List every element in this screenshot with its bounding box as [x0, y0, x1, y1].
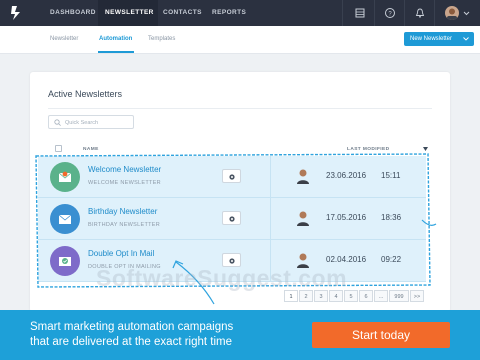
newsletter-subtitle: BIRTHDAY NEWSLETTER: [88, 222, 161, 228]
last-modified-date: 23.06.2016: [326, 171, 367, 180]
search-icon: [54, 119, 61, 126]
last-modified-time: 18:36: [381, 213, 402, 222]
double-opt-in-icon: [50, 246, 80, 276]
page-button[interactable]: 3: [314, 290, 328, 302]
nav-dashboard[interactable]: DASHBOARD: [50, 9, 96, 16]
banner-text: Smart marketing automation campaigns tha…: [30, 320, 300, 350]
chevron-down-icon: [463, 37, 469, 41]
banner-line-1: Smart marketing automation campaigns: [30, 321, 234, 333]
svg-text:?: ?: [388, 11, 392, 17]
last-modified-date: 02.04.2016: [326, 255, 367, 264]
birthday-newsletter-icon: [50, 204, 80, 234]
table-row[interactable]: Birthday Newsletter BIRTHDAY NEWSLETTER …: [38, 198, 426, 240]
nav-reports[interactable]: REPORTS: [212, 9, 246, 16]
envelope-icon: [58, 214, 72, 224]
gear-icon: [229, 258, 235, 264]
user-avatar[interactable]: [445, 6, 459, 20]
sort-desc-icon[interactable]: [423, 147, 428, 151]
banner-line-2: that are delivered at the exact right ti…: [30, 336, 232, 348]
newsletter-name[interactable]: Double Opt In Mail: [88, 249, 154, 258]
last-modified-time: 09:22: [381, 255, 402, 264]
gear-icon: [229, 174, 235, 180]
page-button[interactable]: 5: [344, 290, 358, 302]
nav-divider: [404, 0, 405, 26]
settings-button[interactable]: [222, 211, 241, 225]
search-box[interactable]: [48, 115, 134, 129]
start-today-button[interactable]: Start today: [312, 322, 450, 348]
nav-newsletter[interactable]: NEWSLETTER: [105, 9, 154, 16]
tab-templates[interactable]: Templates: [148, 36, 175, 42]
newsletter-name[interactable]: Welcome Newsletter: [88, 165, 161, 174]
page-button[interactable]: 6: [359, 290, 373, 302]
help-icon[interactable]: ?: [384, 7, 396, 19]
column-divider: [270, 156, 271, 198]
last-modified-time: 15:11: [381, 171, 401, 180]
promo-banner: Smart marketing automation campaigns tha…: [0, 310, 480, 360]
new-newsletter-label: New Newsletter: [410, 36, 453, 42]
card-title: Active Newsletters: [48, 89, 123, 99]
envelope-check-icon: [59, 257, 71, 266]
page-button[interactable]: 2: [299, 290, 313, 302]
gear-icon: [229, 216, 235, 222]
table-row[interactable]: Welcome Newsletter WELCOME NEWSLETTER 23…: [38, 156, 426, 198]
author-avatar: [297, 211, 309, 226]
tab-automation[interactable]: Automation: [99, 36, 132, 42]
page-button[interactable]: 999: [389, 290, 409, 302]
new-newsletter-button[interactable]: New Newsletter: [404, 32, 474, 46]
newsletter-subtitle: WELCOME NEWSLETTER: [88, 180, 161, 186]
nav-divider: [342, 0, 343, 26]
envelope-heart-icon: [58, 171, 72, 182]
nav-contacts[interactable]: CONTACTS: [163, 9, 202, 16]
watermark: SoftwareSuggest.com: [96, 265, 348, 291]
bell-icon[interactable]: [414, 7, 426, 19]
settings-button[interactable]: [222, 169, 241, 183]
select-all-checkbox[interactable]: [55, 145, 62, 152]
column-header-name[interactable]: NAME: [83, 147, 99, 152]
grid-icon[interactable]: [354, 7, 366, 19]
search-input[interactable]: [65, 118, 131, 127]
page-button[interactable]: 1: [284, 290, 298, 302]
divider: [48, 108, 432, 109]
welcome-newsletter-icon: [50, 162, 80, 192]
page-last-button[interactable]: >>: [410, 290, 424, 302]
tab-active-underline: [98, 51, 134, 53]
column-header-last-modified[interactable]: LAST MODIFIED: [347, 147, 390, 152]
logo-icon[interactable]: [8, 4, 24, 22]
nav-divider: [374, 0, 375, 26]
page-ellipsis: ...: [374, 290, 388, 302]
top-navbar: DASHBOARD NEWSLETTER CONTACTS REPORTS ?: [0, 0, 480, 26]
last-modified-date: 17.05.2016: [326, 213, 367, 222]
page-button[interactable]: 4: [329, 290, 343, 302]
newsletter-name[interactable]: Birthday Newsletter: [88, 207, 157, 216]
chevron-down-icon[interactable]: [463, 10, 470, 16]
nav-divider: [434, 0, 435, 26]
tab-newsletter[interactable]: Newsletter: [50, 36, 78, 42]
column-divider: [270, 198, 271, 240]
author-avatar: [297, 169, 309, 184]
